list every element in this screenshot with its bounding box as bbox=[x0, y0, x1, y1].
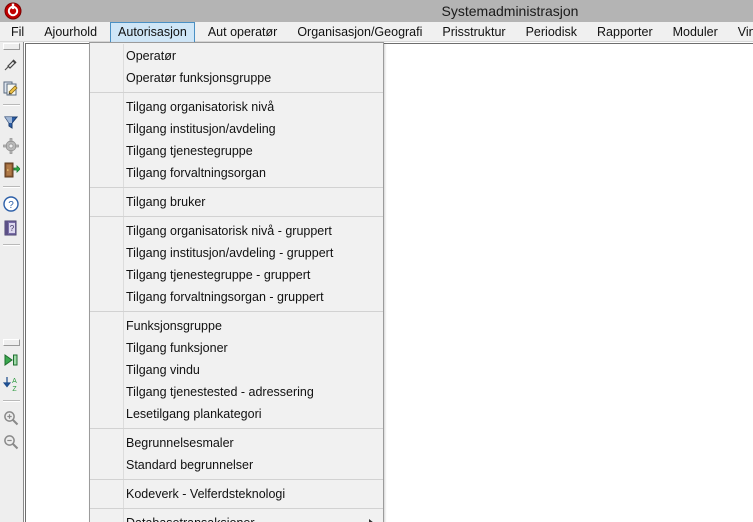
filter-funnel-icon[interactable] bbox=[0, 110, 22, 134]
menubar-item-fil[interactable]: Fil bbox=[4, 22, 31, 42]
menu-item[interactable]: Tilgang organisatorisk nivå bbox=[90, 96, 383, 118]
menubar-item-autorisasjon[interactable]: Autorisasjon bbox=[110, 22, 195, 43]
menu-item[interactable]: Tilgang tjenestegruppe bbox=[90, 140, 383, 162]
help-question-icon[interactable]: ? bbox=[0, 192, 22, 216]
application-window: Systemadministrasjon Fil Ajourhold Autoris… bbox=[0, 0, 753, 522]
menubar-item-moduler[interactable]: Moduler bbox=[666, 22, 725, 42]
toolbar-drag-handle[interactable] bbox=[3, 43, 20, 50]
sort-az-icon[interactable]: A Z bbox=[0, 372, 22, 396]
menu-item[interactable]: Tilgang bruker bbox=[90, 191, 383, 213]
svg-text:?: ? bbox=[10, 224, 15, 233]
menu-item[interactable]: Standard begrunnelser bbox=[90, 454, 383, 476]
menubar-item-ajourhold[interactable]: Ajourhold bbox=[37, 22, 104, 42]
menu-item[interactable]: Tilgang forvaltningsorgan - gruppert bbox=[90, 286, 383, 308]
menu-item[interactable]: Tilgang institusjon/avdeling - gruppert bbox=[90, 242, 383, 264]
menu-item[interactable]: Operatør bbox=[90, 45, 383, 67]
menu-item[interactable]: Lesetilgang plankategori bbox=[90, 403, 383, 425]
menu-separator bbox=[90, 216, 383, 217]
menubar-item-organisasjon-geografi[interactable]: Organisasjon/Geografi bbox=[290, 22, 429, 42]
menu-item[interactable]: Tilgang organisatorisk nivå - gruppert bbox=[90, 220, 383, 242]
gear-icon[interactable] bbox=[0, 134, 22, 158]
menu-separator bbox=[90, 311, 383, 312]
menu-item[interactable]: Tilgang tjenestested - adressering bbox=[90, 381, 383, 403]
menu-bar: Fil Ajourhold Autorisasjon Aut operatør Orga… bbox=[0, 22, 753, 43]
menubar-item-vindu[interactable]: Vindu bbox=[731, 22, 753, 42]
svg-text:Z: Z bbox=[12, 386, 17, 393]
menu-item[interactable]: Kodeverk - Velferdsteknologi bbox=[90, 483, 383, 505]
left-toolbar: ? ? A Z bbox=[0, 42, 24, 522]
menubar-item-rapporter[interactable]: Rapporter bbox=[590, 22, 660, 42]
toolbar-separator bbox=[3, 244, 20, 246]
menu-item[interactable]: Tilgang vindu bbox=[90, 359, 383, 381]
menu-separator bbox=[90, 428, 383, 429]
toolbar-drag-handle[interactable] bbox=[3, 339, 20, 346]
menu-separator bbox=[90, 508, 383, 509]
svg-text:A: A bbox=[12, 378, 17, 385]
menu-item[interactable]: Tilgang forvaltningsorgan bbox=[90, 162, 383, 184]
pin-icon[interactable] bbox=[0, 52, 22, 76]
window-title: Systemadministrasjon bbox=[441, 3, 579, 19]
toolbar-separator bbox=[3, 186, 20, 188]
toolbar-separator bbox=[3, 104, 20, 106]
menu-separator bbox=[90, 92, 383, 93]
menu-item[interactable]: Operatør funksjonsgruppe bbox=[90, 67, 383, 89]
menubar-item-aut-operat-r[interactable]: Aut operatør bbox=[201, 22, 284, 42]
menu-item[interactable]: Tilgang institusjon/avdeling bbox=[90, 118, 383, 140]
zoom-in-icon[interactable] bbox=[0, 406, 22, 430]
menubar-item-periodisk[interactable]: Periodisk bbox=[519, 22, 584, 42]
menubar-item-prisstruktur[interactable]: Prisstruktur bbox=[435, 22, 512, 42]
exit-door-icon[interactable] bbox=[0, 158, 22, 182]
edit-document-icon[interactable] bbox=[0, 76, 22, 100]
menu-item[interactable]: Databasetransaksjoner bbox=[90, 512, 383, 522]
svg-text:?: ? bbox=[8, 200, 14, 211]
menu-item[interactable]: Tilgang tjenestegruppe - gruppert bbox=[90, 264, 383, 286]
menu-separator bbox=[90, 187, 383, 188]
menu-item[interactable]: Begrunnelsesmaler bbox=[90, 432, 383, 454]
menu-separator bbox=[90, 479, 383, 480]
menu-item[interactable]: Funksjonsgruppe bbox=[90, 315, 383, 337]
book-help-icon[interactable]: ? bbox=[0, 216, 22, 240]
title-bar: Systemadministrasjon bbox=[0, 0, 753, 22]
toolbar-separator bbox=[3, 400, 20, 402]
menu-item[interactable]: Tilgang funksjoner bbox=[90, 337, 383, 359]
run-execute-icon[interactable] bbox=[0, 348, 22, 372]
autorisasjon-dropdown-menu: Operatør Operatør funksjonsgruppe Tilgang … bbox=[89, 42, 384, 522]
zoom-out-icon[interactable] bbox=[0, 430, 22, 454]
